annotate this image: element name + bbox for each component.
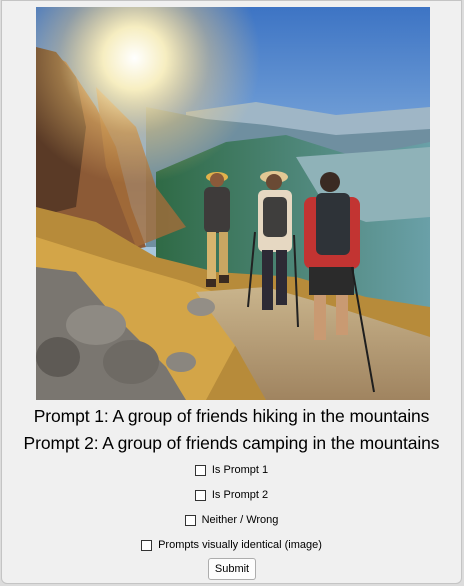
checkbox-neither-wrong[interactable] bbox=[184, 514, 196, 526]
option-is-prompt-1[interactable]: Is Prompt 1 bbox=[2, 462, 461, 478]
option-label: Is Prompt 1 bbox=[211, 464, 269, 476]
submit-button[interactable]: Submit bbox=[208, 558, 256, 580]
option-is-prompt-2[interactable]: Is Prompt 2 bbox=[2, 487, 461, 503]
option-label: Prompts visually identical (image) bbox=[158, 539, 322, 551]
generated-image bbox=[36, 7, 430, 400]
checkbox-is-prompt-2[interactable] bbox=[194, 489, 206, 501]
prompt-1-text: Prompt 1: A group of friends hiking in t… bbox=[33, 406, 430, 426]
prompt-2-text: Prompt 2: A group of friends camping in … bbox=[23, 433, 440, 453]
option-label: Is Prompt 2 bbox=[211, 489, 269, 501]
option-visually-identical[interactable]: Prompts visually identical (image) bbox=[2, 537, 461, 553]
option-neither-wrong[interactable]: Neither / Wrong bbox=[2, 512, 461, 528]
checkbox-is-prompt-1[interactable] bbox=[194, 464, 206, 476]
option-label: Neither / Wrong bbox=[201, 514, 279, 526]
app-window: Prompt 1: A group of friends hiking in t… bbox=[1, 0, 462, 584]
checkbox-visually-identical[interactable] bbox=[141, 539, 153, 551]
